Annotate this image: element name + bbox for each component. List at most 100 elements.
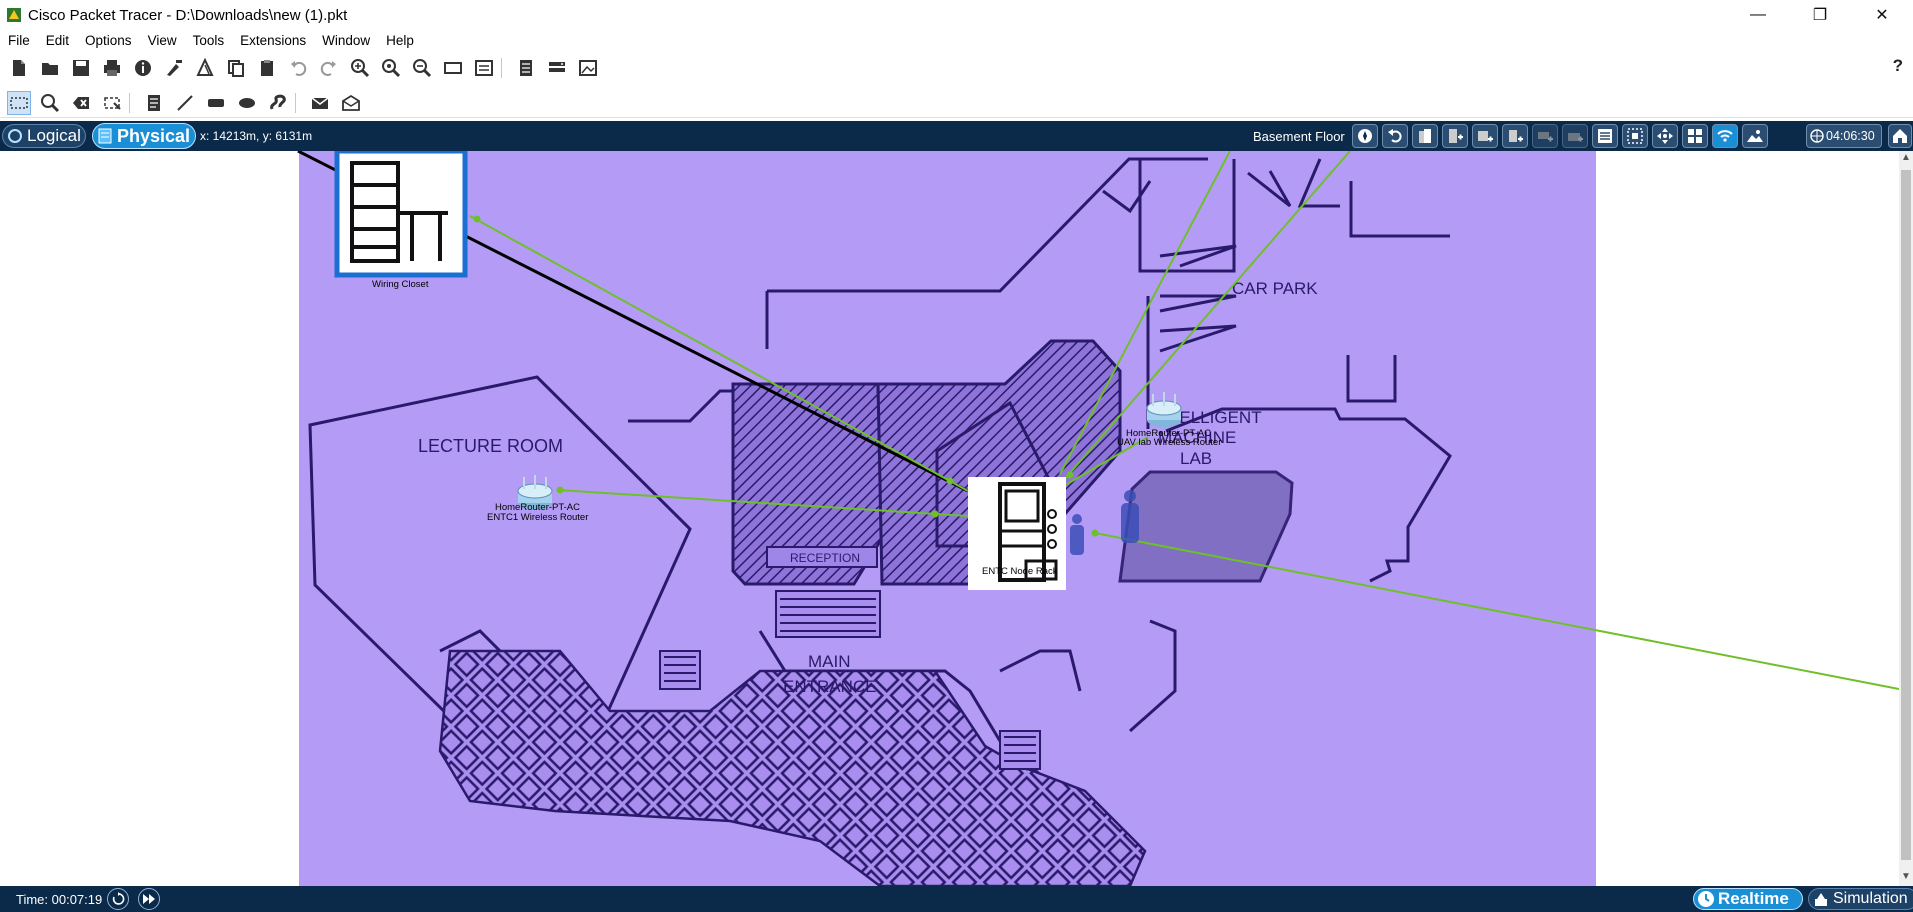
packet-tracer-logo-icon [7,8,21,22]
cluster-view-icon[interactable] [1682,124,1708,148]
uav-router-device [1146,392,1182,427]
zoom-out-icon[interactable] [410,56,434,80]
status-bar: Time: 00:07:19 Realtime Simulation [0,886,1913,912]
grid-icon[interactable] [1592,124,1618,148]
label-car-park: CAR PARK [1232,279,1318,298]
activity-wizard-icon[interactable] [162,56,186,80]
scrollbar-thumb[interactable] [1901,170,1911,860]
close-icon[interactable]: ✕ [1851,0,1913,30]
new-file-icon[interactable] [7,56,31,80]
realtime-label: Realtime [1718,889,1789,908]
place-note-icon[interactable] [142,91,166,115]
draw-ellipse-icon[interactable] [235,91,259,115]
print-icon[interactable] [100,56,124,80]
select-icon[interactable] [7,90,31,115]
custom-device-icon[interactable] [193,56,217,80]
info-icon[interactable] [131,56,155,80]
zoom-in-icon[interactable] [348,56,372,80]
label-lecture-room: LECTURE ROOM [418,436,563,456]
menu-tools[interactable]: Tools [185,30,233,52]
back-icon[interactable] [1382,124,1408,148]
restore-icon[interactable]: ❐ [1789,0,1851,30]
tab-logical-label: Logical [27,126,81,145]
open-folder-icon[interactable] [38,56,62,80]
wireless-icon[interactable] [1712,124,1738,148]
viewport-icon[interactable] [514,56,538,80]
copy-icon[interactable] [224,56,248,80]
cursor-coordinates: x: 14213m, y: 6131m [200,129,313,143]
new-wiring-icon[interactable] [1502,124,1528,148]
toolbar-separator [295,92,296,113]
fast-forward-icon[interactable] [138,888,160,910]
wiring-closet-device [334,151,468,278]
physical-workspace-canvas[interactable]: LECTURE ROOM CAR PARK RECEPTION INTELLIG… [0,151,1899,886]
inspect-icon[interactable] [38,91,62,115]
resize-shape-icon[interactable] [100,91,124,115]
menu-options[interactable]: Options [77,30,140,52]
drawing-palette-icon[interactable] [441,56,465,80]
menu-edit[interactable]: Edit [38,30,77,52]
new-building-icon[interactable] [1412,124,1438,148]
add-simple-pdu-icon[interactable] [308,91,332,115]
clock-time: 04:06:30 [1826,129,1875,143]
scroll-down-icon[interactable]: ▼ [1899,870,1913,884]
delete-icon[interactable] [69,91,93,115]
zoom-reset-icon[interactable] [379,56,403,80]
main-toolbar [0,54,1913,82]
simulation-time: Time: 00:07:19 [16,892,103,907]
paste-icon[interactable] [255,56,279,80]
label-main: MAIN [808,652,851,671]
clock-display: 04:06:30 [1806,124,1882,148]
power-cycle-icon[interactable] [107,888,129,910]
draw-line-icon[interactable] [173,91,197,115]
label-reception: RECEPTION [790,551,860,565]
help-icon[interactable]: ? [1893,56,1903,76]
workspace-nav-bar: Logical Physical x: 14213m, y: 6131m Bas… [0,121,1913,151]
draw-rectangle-icon[interactable] [204,91,228,115]
simulation-mode-button[interactable]: Simulation [1808,888,1913,910]
label-lab: LAB [1180,449,1212,468]
save-icon[interactable] [69,56,93,80]
menu-extensions[interactable]: Extensions [232,30,314,52]
wiring-closet-label[interactable]: Wiring Closet [372,280,429,290]
simulation-label: Simulation [1833,890,1908,907]
navigation-icon[interactable] [1352,124,1378,148]
realtime-mode-button[interactable]: Realtime [1693,888,1803,910]
menu-bar: File Edit Options View Tools Extensions … [0,30,1913,52]
freeform-icon[interactable] [266,91,290,115]
scroll-up-icon[interactable]: ▲ [1899,151,1913,165]
floor-plan: LECTURE ROOM CAR PARK RECEPTION INTELLIG… [297,151,1899,886]
uav-router-name-label[interactable]: UAV lab Wireless Router [1117,438,1221,448]
new-table-icon[interactable] [1532,124,1558,148]
tab-physical[interactable]: Physical [92,123,196,149]
physical-workspace-icon [98,128,112,144]
new-closet-icon[interactable] [1442,124,1468,148]
undo-icon[interactable] [286,56,310,80]
label-entrance: ENTRANCE [783,677,877,696]
custom-devices-dialog-icon[interactable] [472,56,496,80]
network-info-icon[interactable] [576,56,600,80]
menu-window[interactable]: Window [314,30,378,52]
menu-view[interactable]: View [140,30,185,52]
new-rack-icon[interactable] [1472,124,1498,148]
move-object-icon[interactable] [1562,124,1588,148]
image-background-icon[interactable] [1742,124,1768,148]
entc-router-name-label[interactable]: ENTC1 Wireless Router [487,513,588,523]
redo-icon[interactable] [317,56,341,80]
set-background-icon[interactable] [1652,124,1678,148]
add-complex-pdu-icon[interactable] [339,91,363,115]
tile-icon[interactable] [1622,124,1648,148]
minimize-icon[interactable]: — [1727,0,1789,30]
current-location-label: Basement Floor [1253,129,1345,144]
toolbar-separator [501,58,502,78]
tab-logical[interactable]: Logical [2,124,86,148]
packet-tracer-window: Cisco Packet Tracer - D:\Downloads\new (… [0,0,1913,912]
node-rack-label[interactable]: ENTC Node Rack [982,567,1058,577]
simulation-stopwatch-icon [1815,893,1827,906]
logical-workspace-icon [8,129,22,143]
home-icon[interactable] [1888,124,1912,148]
menu-file[interactable]: File [0,30,38,52]
menu-help[interactable]: Help [378,30,422,52]
cluster-icon[interactable] [545,56,569,80]
toolbar-separator [129,92,130,113]
